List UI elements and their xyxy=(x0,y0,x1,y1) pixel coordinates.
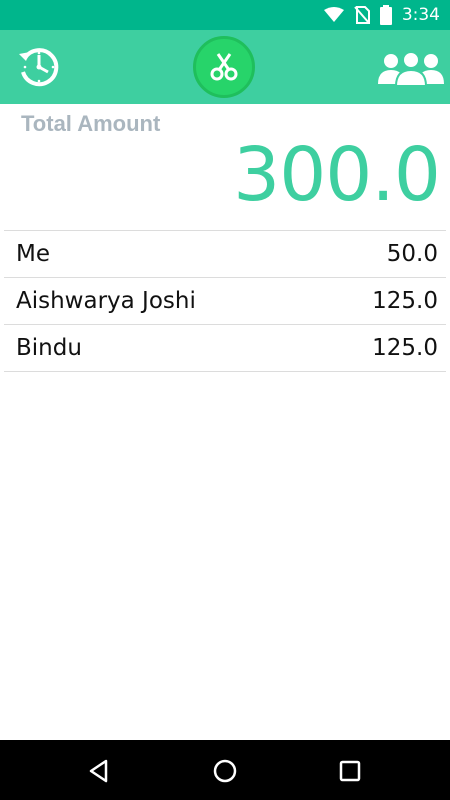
history-clock-icon xyxy=(19,48,59,87)
back-icon xyxy=(89,759,108,783)
home-icon xyxy=(213,759,237,783)
recents-button[interactable] xyxy=(335,756,365,786)
status-time: 3:34 xyxy=(401,5,440,25)
total-amount-value: 300.0 xyxy=(233,132,441,218)
member-name: Me xyxy=(16,241,50,267)
battery-icon xyxy=(379,5,392,25)
app-bar xyxy=(0,30,450,104)
people-group-icon xyxy=(378,51,444,87)
member-amount: 125.0 xyxy=(372,288,438,314)
member-amount: 50.0 xyxy=(386,241,438,267)
no-sim-icon xyxy=(354,6,370,24)
list-item[interactable]: Aishwarya Joshi 125.0 xyxy=(4,278,446,325)
list-item[interactable]: Me 50.0 xyxy=(4,231,446,278)
scissors-icon xyxy=(210,53,238,81)
member-amount: 125.0 xyxy=(372,335,438,361)
history-button[interactable] xyxy=(16,44,62,90)
split-button[interactable] xyxy=(193,36,255,98)
wifi-icon xyxy=(323,7,344,22)
people-button[interactable] xyxy=(378,50,444,87)
home-button[interactable] xyxy=(210,756,240,786)
total-amount-label: Total Amount xyxy=(21,111,161,136)
status-bar: 3:34 xyxy=(0,0,450,30)
list-item[interactable]: Bindu 125.0 xyxy=(4,325,446,372)
recents-icon xyxy=(339,760,361,782)
back-button[interactable] xyxy=(84,756,114,786)
members-list: Me 50.0 Aishwarya Joshi 125.0 Bindu 125.… xyxy=(4,231,446,372)
member-name: Bindu xyxy=(16,335,82,361)
member-name: Aishwarya Joshi xyxy=(16,288,196,314)
navigation-bar xyxy=(0,740,450,800)
